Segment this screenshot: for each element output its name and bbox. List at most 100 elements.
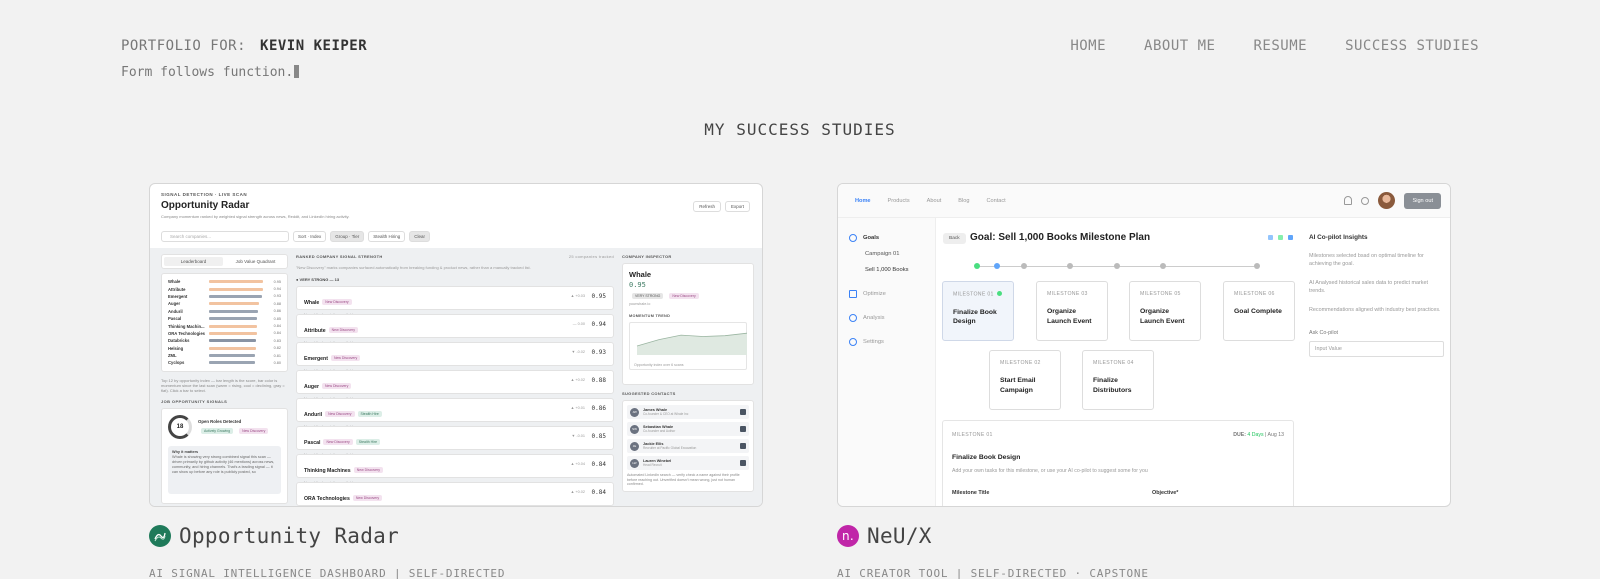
contact-row[interactable]: JW James Whale Co-founder & CEO at Whale I… xyxy=(627,405,749,419)
company-row[interactable]: AttributeNew DiscoveryNo public descript… xyxy=(296,314,614,345)
contact-row[interactable]: JE Jackie Ellis Recruiter at Pacific Globa… xyxy=(627,439,749,453)
milestone-title: Organize Launch Event xyxy=(1140,308,1185,325)
tab-job-value-quadrant[interactable]: Job Value Quadrant xyxy=(226,257,285,266)
milestone-title: Goal Complete xyxy=(1234,308,1282,315)
leaderboard-company: Emergent xyxy=(168,293,188,299)
back-button[interactable]: Back xyxy=(943,233,966,244)
company-search-input[interactable]: Search companies... xyxy=(161,231,289,242)
radar-filter-bar: Search companies... Sort · Index Group ·… xyxy=(161,231,431,242)
sidebar-item-analysis[interactable]: Analysis xyxy=(849,314,885,322)
contact-row[interactable]: SW Sebastian Whale Co-founder and Author xyxy=(627,422,749,436)
grid-icon[interactable] xyxy=(1288,235,1293,240)
leaderboard-row[interactable]: Auger 0.88 xyxy=(168,300,281,307)
company-row[interactable]: WhaleNew DiscoveryNo public description … xyxy=(296,286,614,317)
linkedin-icon[interactable] xyxy=(740,460,746,466)
neux-thumbnail[interactable]: Home Products About Blog Contact Sign ou… xyxy=(837,183,1451,507)
stealth-hiring-filter[interactable]: Stealth Hiring xyxy=(368,231,406,242)
clear-filter-button[interactable]: Clear xyxy=(409,231,431,242)
nav-about-me[interactable]: ABOUT ME xyxy=(1144,38,1215,54)
score-delta: ▲ +0.04 xyxy=(570,462,585,466)
linkedin-icon[interactable] xyxy=(740,409,746,415)
leaderboard-track xyxy=(209,331,266,335)
company-name: Attribute xyxy=(304,328,326,334)
leaderboard-row[interactable]: Emergent 0.93 xyxy=(168,293,281,300)
milestone-dot[interactable] xyxy=(1254,263,1260,269)
milestone-dot[interactable] xyxy=(1114,263,1120,269)
milestone-card[interactable]: MILESTONE 03 Organize Launch Event xyxy=(1036,281,1108,341)
owner-name[interactable]: KEVIN KEIPER xyxy=(260,38,367,54)
leaderboard-row[interactable]: Anduril 0.86 xyxy=(168,308,281,315)
sidebar-item-optimize[interactable]: Optimize xyxy=(849,290,886,298)
search-icon[interactable] xyxy=(1361,196,1370,205)
leaderboard-row[interactable]: Helsing 0.82 xyxy=(168,345,281,352)
company-row[interactable]: Thinking MachinesNew DiscoveryNo public … xyxy=(296,454,614,485)
export-button[interactable]: Export xyxy=(724,201,750,212)
nav-success-studies[interactable]: SUCCESS STUDIES xyxy=(1345,38,1479,54)
neux-nav-home[interactable]: Home xyxy=(855,198,871,204)
sidebar-item-goals[interactable]: Goals xyxy=(849,234,879,242)
milestone-card[interactable]: MILESTONE 02 Start Email Campaign xyxy=(989,350,1061,410)
leaderboard-row[interactable]: Pascal 0.85 xyxy=(168,315,281,322)
portfolio-label: PORTFOLIO FOR: xyxy=(121,38,247,54)
nav-home[interactable]: HOME xyxy=(1070,38,1106,54)
leaderboard-row[interactable]: Cyclops 0.80 xyxy=(168,359,281,366)
bell-icon[interactable] xyxy=(1344,196,1353,205)
inspector-domain[interactable]: yourwhale.io xyxy=(629,302,747,306)
new-discovery-note: "New Discovery" marks companies surfaced… xyxy=(296,265,531,270)
company-row[interactable]: PascalNew DiscoveryStealth HireNo public… xyxy=(296,426,614,457)
leaderboard-company: Cyclops xyxy=(168,360,185,366)
edit-icon[interactable] xyxy=(1268,235,1273,240)
milestone-label: MILESTONE 05 xyxy=(1140,291,1181,297)
milestone-card[interactable]: MILESTONE 06 Goal Complete xyxy=(1223,281,1295,341)
milestone-dot[interactable] xyxy=(994,263,1000,269)
tab-leaderboard[interactable]: Leaderboard xyxy=(164,257,223,266)
group-select[interactable]: Group · Tier xyxy=(330,231,365,242)
leaderboard-row[interactable]: ZML 0.81 xyxy=(168,352,281,359)
contact-name: Sebastian Whale Co-founder and Author xyxy=(643,425,736,433)
leaderboard-row[interactable]: ORA Technologies 0.84 xyxy=(168,330,281,337)
neux-nav-about[interactable]: About xyxy=(927,198,942,204)
opportunity-radar-thumbnail[interactable]: SIGNAL DETECTION · LIVE SCAN Opportunity… xyxy=(149,183,763,507)
company-row[interactable]: AndurilNew DiscoveryStealth HireNo publi… xyxy=(296,398,614,429)
card-title-neux[interactable]: n. NeU/X xyxy=(837,524,932,548)
sign-out-button[interactable]: Sign out xyxy=(1404,192,1441,209)
leaderboard-track xyxy=(209,309,266,313)
milestone-dot[interactable] xyxy=(1021,263,1027,269)
company-badge: New Discovery xyxy=(352,495,383,501)
sidebar-item-settings[interactable]: Settings xyxy=(849,338,884,346)
neux-nav-blog[interactable]: Blog xyxy=(958,198,969,204)
sort-select[interactable]: Sort · Index xyxy=(293,231,327,242)
analysis-icon xyxy=(849,314,857,322)
company-score: 0.94 xyxy=(591,321,606,328)
leaderboard-row[interactable]: Thinking Machin... 0.84 xyxy=(168,322,281,329)
nav-resume[interactable]: RESUME xyxy=(1253,38,1307,54)
avatar[interactable] xyxy=(1378,192,1396,209)
company-row[interactable]: ORA TechnologiesNew DiscoveryNo public d… xyxy=(296,482,614,506)
card-title-radar[interactable]: Opportunity Radar xyxy=(149,524,399,548)
milestone-card[interactable]: MILESTONE 01 Finalize Book Design xyxy=(942,281,1014,341)
ask-copilot-input[interactable]: Input Value xyxy=(1309,341,1444,357)
leaderboard-bar xyxy=(209,317,258,321)
milestone-dot[interactable] xyxy=(974,263,980,269)
milestone-dot[interactable] xyxy=(1160,263,1166,269)
milestone-card[interactable]: MILESTONE 04 Finalize Distributors xyxy=(1082,350,1154,410)
linkedin-icon[interactable] xyxy=(740,443,746,449)
neux-nav-products[interactable]: Products xyxy=(888,198,910,204)
company-row[interactable]: AugerNew DiscoveryNo public description … xyxy=(296,370,614,401)
leaderboard-track xyxy=(209,317,266,321)
contact-avatar: JW xyxy=(630,407,639,417)
leaderboard-row[interactable]: Attribute 0.94 xyxy=(168,285,281,292)
leaderboard-row[interactable]: Whale 0.95 xyxy=(168,278,281,285)
score-delta: — 0.00 xyxy=(572,322,585,326)
neux-nav-contact[interactable]: Contact xyxy=(986,198,1005,204)
linkedin-icon[interactable] xyxy=(740,426,746,432)
sidebar-sub-sell-books[interactable]: Sell 1,000 Books xyxy=(865,267,909,273)
save-icon[interactable] xyxy=(1278,235,1283,240)
sidebar-sub-campaign[interactable]: Campaign 01 xyxy=(865,251,899,257)
milestone-card[interactable]: MILESTONE 05 Organize Launch Event xyxy=(1129,281,1201,341)
refresh-button[interactable]: Refresh xyxy=(693,201,721,212)
company-row[interactable]: EmergentNew DiscoveryNo public descripti… xyxy=(296,342,614,373)
leaderboard-row[interactable]: Databricks 0.83 xyxy=(168,337,281,344)
contact-row[interactable]: LW Lauren Winebel Head Recruit xyxy=(627,456,749,470)
milestone-dot[interactable] xyxy=(1067,263,1073,269)
